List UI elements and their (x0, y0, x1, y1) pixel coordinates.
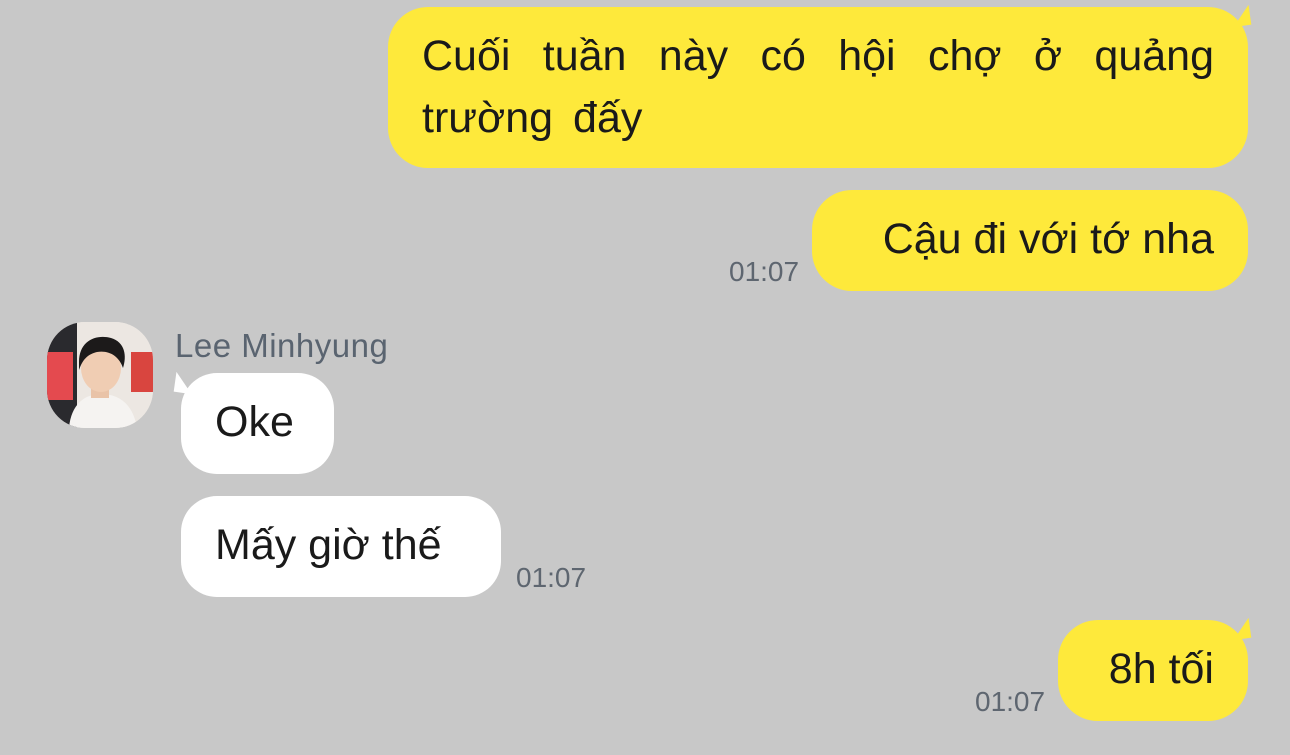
message-text: Cậu đi với tớ nha (882, 215, 1214, 263)
message-timestamp: 01:07 (729, 256, 800, 287)
outgoing-message-bubble[interactable]: Cuối tuần này có hội chợ ở quảng trường … (388, 7, 1248, 168)
message-timestamp: 01:07 (975, 686, 1046, 717)
message-text: Cuối tuần này có hội chợ ở quảng trường … (422, 32, 1214, 142)
sender-name: Lee Minhyung (175, 327, 389, 364)
profile-photo-icon (47, 322, 153, 428)
incoming-message-bubble[interactable]: Oke (181, 373, 334, 474)
incoming-message-bubble[interactable]: Mấy giờ thế (181, 496, 501, 597)
message-text: Oke (215, 398, 294, 446)
message-text: 8h tối (1108, 645, 1214, 693)
message-text: Mấy giờ thế (215, 521, 442, 569)
outgoing-message-bubble[interactable]: 8h tối (1058, 620, 1248, 721)
message-timestamp: 01:07 (516, 562, 587, 593)
outgoing-message-bubble[interactable]: Cậu đi với tớ nha (812, 190, 1248, 291)
avatar[interactable] (47, 322, 153, 428)
